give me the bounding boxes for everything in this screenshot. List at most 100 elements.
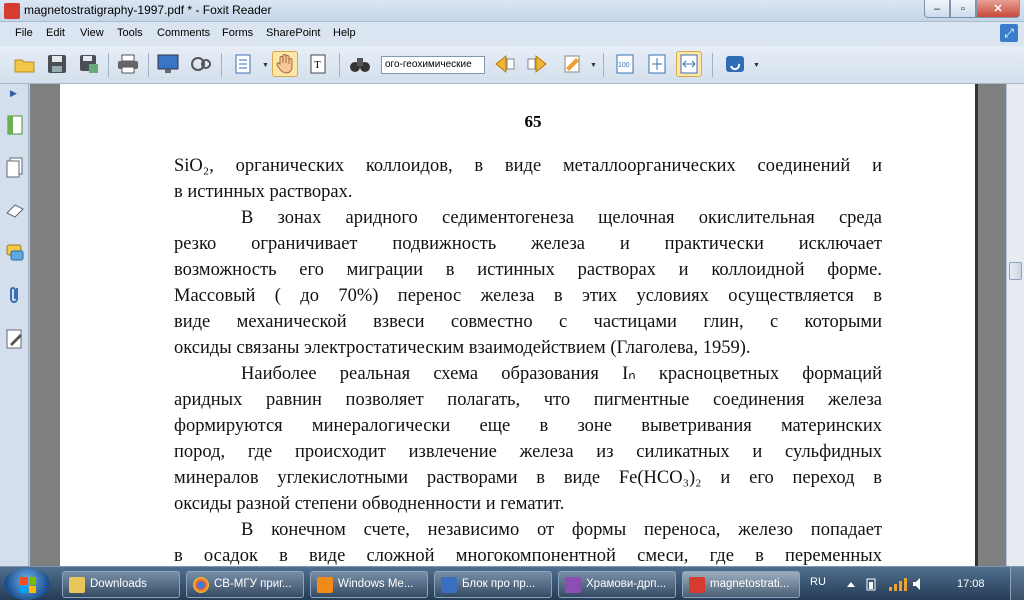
hand-tool-icon[interactable] — [272, 51, 298, 77]
bookmarks-icon[interactable] — [5, 114, 25, 136]
binoculars-icon[interactable] — [347, 51, 373, 77]
scrollbar-thumb[interactable] — [1009, 262, 1022, 280]
screen-icon[interactable] — [155, 51, 181, 77]
screen: magnetostratigraphy-1997.pdf * - Foxit R… — [0, 0, 1024, 600]
menu-help[interactable]: Help — [333, 27, 356, 39]
clock[interactable]: 17:08 — [957, 578, 985, 590]
menu-sharepoint[interactable]: SharePoint — [266, 27, 320, 39]
taskbar-item-downloads[interactable]: Downloads — [62, 571, 180, 598]
title-bar: magnetostratigraphy-1997.pdf * - Foxit R… — [0, 0, 1024, 22]
taskbar-item-archive[interactable]: Храмови-дрп... — [558, 571, 676, 598]
search-input[interactable]: ого-геохимические — [381, 56, 485, 74]
text-line: минералов углекислотными растворами в ви… — [174, 468, 882, 488]
close-button[interactable]: ✕ — [976, 0, 1020, 18]
battery-icon[interactable] — [865, 577, 877, 591]
taskbar-item-label: Храмови-дрп... — [586, 578, 667, 590]
foxit-app-icon — [4, 3, 20, 19]
text-line: SiO₂, органических коллоидов, в виде мет… — [174, 156, 882, 176]
actual-size-icon[interactable]: 100 — [612, 51, 638, 77]
toolbar-separator — [221, 53, 222, 77]
minimize-button[interactable]: – — [924, 0, 950, 18]
text-line: В зонах аридного седиментогенеза щелочна… — [241, 208, 882, 228]
save-as-icon[interactable] — [76, 51, 102, 77]
menu-file[interactable]: File — [15, 27, 33, 39]
chrome-icon — [193, 577, 209, 593]
taskbar-item-label: Блок про пр... — [462, 578, 536, 590]
pdf-page: 65 SiO₂, органических коллоидов, в виде … — [60, 84, 978, 566]
taskbar-item-label: Windows Me... — [338, 578, 414, 590]
select-text-icon[interactable]: T — [305, 51, 331, 77]
restore-layout-icon[interactable]: ⤢ — [1000, 24, 1018, 42]
menu-comments[interactable]: Comments — [157, 27, 210, 39]
language-indicator[interactable]: RU — [810, 576, 826, 588]
text-line: аридных равнин позволяет полагать, что п… — [174, 390, 882, 410]
vertical-scrollbar[interactable] — [1006, 84, 1024, 566]
highlight-icon[interactable] — [560, 51, 586, 77]
taskbar-item-label: magnetostrati... — [710, 578, 790, 590]
folder-icon — [69, 577, 85, 593]
toolbar-separator — [108, 53, 109, 77]
text-line: оксиды разной степени обводненности и ге… — [174, 494, 565, 514]
next-result-icon[interactable] — [524, 51, 550, 77]
window-controls: – ▫ ✕ — [924, 0, 1020, 19]
toolbar-separator — [148, 53, 149, 77]
menu-edit[interactable]: Edit — [46, 27, 65, 39]
taskbar-item-word[interactable]: Блок про пр... — [434, 571, 552, 598]
chevron-down-icon[interactable]: ▼ — [753, 62, 760, 69]
save-icon[interactable] — [44, 51, 70, 77]
windows-logo-icon — [20, 577, 36, 593]
text-line: в истинных растворах. — [174, 182, 353, 202]
page-number: 65 — [524, 112, 542, 131]
fit-width-icon[interactable] — [676, 51, 702, 77]
taskbar-item-chrome[interactable]: СВ-МГУ приг... — [186, 571, 304, 598]
toolbar-separator — [603, 53, 604, 77]
word-icon — [441, 577, 457, 593]
text-line: виде механической взвеси совместно с час… — [174, 312, 882, 332]
toolbar-separator — [712, 53, 713, 77]
text-line: Массовый ( до 70%) перенос железа в этих… — [174, 286, 882, 306]
navigation-panel: ▶ — [0, 84, 29, 566]
show-desktop-button[interactable] — [1010, 567, 1024, 600]
menu-forms[interactable]: Forms — [222, 27, 253, 39]
media-player-icon — [317, 577, 333, 593]
window-title: magnetostratigraphy-1997.pdf * - Foxit R… — [24, 3, 272, 17]
toolbar: ▼ T ▼ 100 ▼ — [0, 46, 1024, 84]
taskbar-item-label: СВ-МГУ приг... — [214, 578, 292, 590]
document-view[interactable]: 65 SiO₂, органических коллоидов, в виде … — [30, 84, 1006, 566]
comments-icon[interactable] — [5, 242, 25, 264]
fit-page-icon[interactable] — [644, 51, 670, 77]
menu-bar: File Edit View Tools Comments Forms Shar… — [0, 22, 1024, 46]
chevron-down-icon[interactable]: ▼ — [590, 62, 597, 69]
rotate-icon[interactable] — [722, 51, 748, 77]
taskbar-item-windows-media[interactable]: Windows Me... — [310, 571, 428, 598]
text-line: формируются минералогически еще в зоне в… — [174, 416, 882, 436]
prev-result-icon[interactable] — [492, 51, 518, 77]
foxit-icon — [689, 577, 705, 593]
taskbar-item-foxit[interactable]: magnetostrati... — [682, 571, 800, 598]
print-icon[interactable] — [115, 51, 141, 77]
show-hidden-icons-icon[interactable] — [845, 577, 857, 591]
svg-text:100: 100 — [618, 62, 630, 69]
svg-text:T: T — [314, 59, 321, 71]
text-line: оксиды связаны электростатическим взаимо… — [174, 338, 751, 358]
network-icon[interactable] — [888, 577, 908, 591]
find-icon[interactable] — [188, 51, 214, 77]
text-line: Наиболее реальная схема образования Iₙ к… — [241, 364, 882, 384]
maximize-button[interactable]: ▫ — [950, 0, 976, 18]
start-button[interactable] — [4, 568, 50, 600]
winrar-icon — [565, 577, 581, 593]
taskbar-item-label: Downloads — [90, 578, 147, 590]
text-line: пород, где происходит извлечение железа … — [174, 442, 882, 462]
menu-tools[interactable]: Tools — [117, 27, 143, 39]
volume-icon[interactable] — [912, 577, 926, 591]
text-line: В конечном счете, независимо от формы пе… — [241, 520, 882, 540]
expand-panel-icon[interactable]: ▶ — [10, 88, 17, 99]
chevron-down-icon[interactable]: ▼ — [262, 62, 269, 69]
select-page-icon[interactable] — [230, 51, 256, 77]
open-icon[interactable] — [12, 51, 38, 77]
layers-icon[interactable] — [5, 199, 25, 221]
pages-icon[interactable] — [5, 157, 25, 179]
signatures-icon[interactable] — [5, 328, 25, 350]
menu-view[interactable]: View — [80, 27, 104, 39]
attachments-icon[interactable] — [5, 284, 25, 306]
